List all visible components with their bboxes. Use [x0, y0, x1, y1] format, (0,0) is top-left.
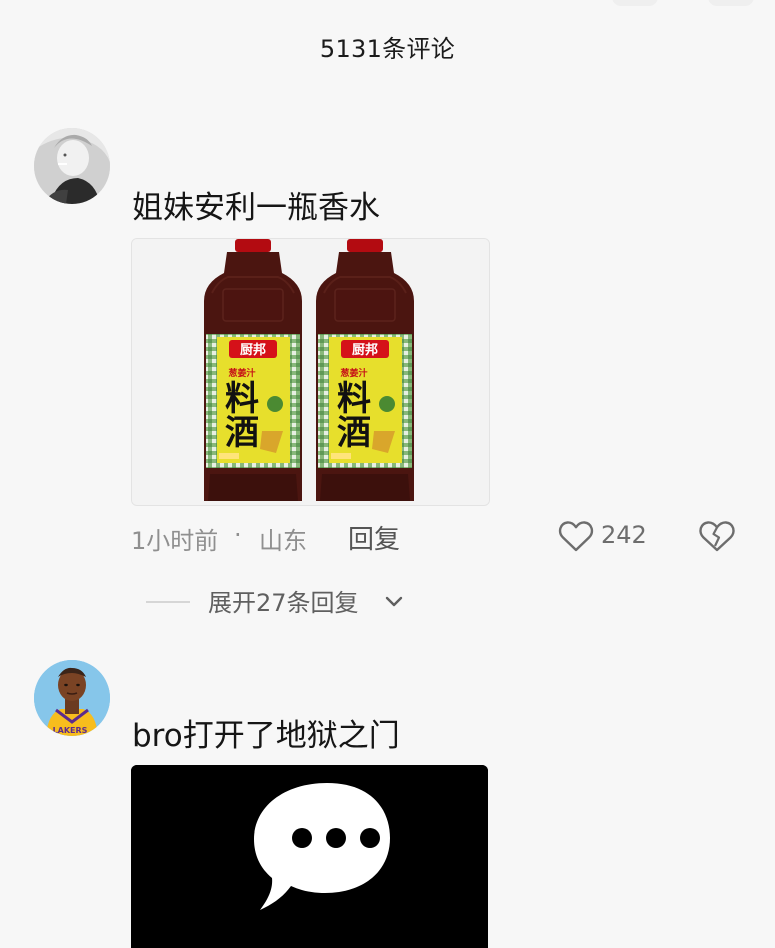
svg-text:厨邦: 厨邦 — [352, 342, 378, 358]
svg-text:酒: 酒 — [225, 413, 259, 453]
expand-replies-label[interactable]: 展开27条回复 — [208, 583, 359, 618]
bottle-left: 厨邦 葱姜汁 料 酒 — [204, 239, 302, 501]
comment-location: 山东 — [259, 527, 307, 555]
bottle-right: 厨邦 葱姜汁 料 酒 — [316, 239, 414, 501]
comment-image[interactable]: 厨邦 葱姜汁 料 酒 厨邦 葱姜汁 料 酒 — [131, 238, 490, 506]
jersey-text: LAKERS — [53, 726, 88, 735]
user-avatar-image — [34, 128, 110, 204]
like-count: 242 — [601, 521, 647, 549]
comments-page: 5131条评论 姐妹安利一瓶香水 厨邦 葱姜汁 料 酒 厨邦 葱姜汁 料 酒 1… — [0, 0, 775, 948]
cooking-wine-bottles-image: 厨邦 葱姜汁 料 酒 厨邦 葱姜汁 料 酒 — [132, 239, 489, 505]
expand-replies[interactable]: 展开27条回复 — [146, 583, 446, 619]
comment-image[interactable] — [131, 765, 488, 948]
heart-outline-icon[interactable] — [558, 519, 594, 553]
speech-bubble-image — [131, 765, 488, 948]
comment-meta: 1小时前 · 山东 回复 242 — [131, 519, 751, 559]
brand-label: 厨邦 — [240, 342, 266, 358]
svg-text:酒: 酒 — [337, 413, 371, 453]
comments-header: 5131条评论 — [0, 0, 775, 94]
avatar[interactable]: LAKERS — [34, 660, 110, 736]
comment-time: 1小时前 — [131, 527, 219, 555]
expand-divider — [146, 601, 190, 603]
comment-count-title: 5131条评论 — [319, 35, 456, 63]
top-control-2[interactable] — [708, 0, 754, 6]
svg-text:葱姜汁: 葱姜汁 — [340, 367, 367, 379]
top-control-1[interactable] — [612, 0, 658, 6]
user-avatar-image: LAKERS — [34, 660, 110, 736]
comment-item: LAKERS bro打开了地狱之门 — [0, 660, 775, 948]
comment-text: bro打开了地狱之门 — [132, 718, 400, 754]
chevron-down-icon[interactable] — [384, 591, 404, 611]
broken-heart-icon[interactable] — [698, 519, 736, 553]
comment-item: 姐妹安利一瓶香水 厨邦 葱姜汁 料 酒 厨邦 葱姜汁 料 酒 1小时前 · 山东… — [0, 128, 775, 628]
comment-text: 姐妹安利一瓶香水 — [132, 190, 380, 226]
avatar[interactable] — [34, 128, 110, 204]
svg-text:葱姜汁: 葱姜汁 — [228, 367, 255, 379]
meta-separator: · — [234, 521, 242, 549]
reply-button[interactable]: 回复 — [348, 519, 400, 556]
